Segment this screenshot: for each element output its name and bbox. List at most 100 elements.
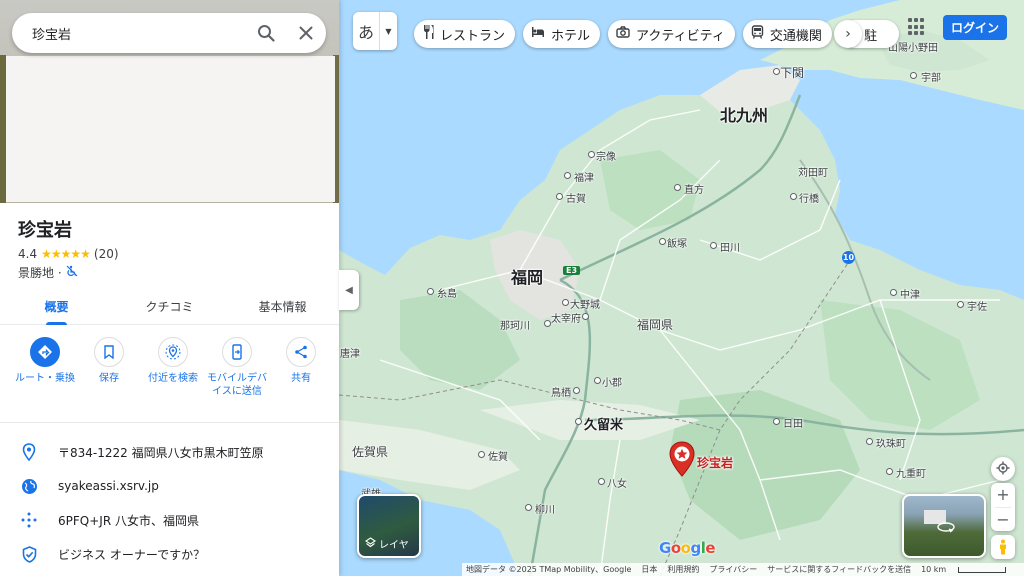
- map-label: 古賀: [566, 194, 586, 205]
- city-dot: [773, 68, 780, 75]
- plus-code-row[interactable]: 6PFQ+JR 八女市、福岡県: [0, 503, 339, 537]
- privacy-link[interactable]: プライバシー: [709, 564, 757, 575]
- chips-scroll-right-button[interactable]: ›: [834, 20, 862, 48]
- map-label: 那珂川: [500, 321, 530, 332]
- hotel-icon: [531, 26, 545, 42]
- layers-button[interactable]: レイヤ: [357, 494, 421, 558]
- city-dot: [886, 468, 893, 475]
- pin-label[interactable]: 珍宝岩: [697, 454, 733, 471]
- action-label: 共有: [291, 373, 311, 384]
- map-label: 苅田町: [798, 168, 828, 179]
- map-label: 柳川: [535, 505, 555, 516]
- pegman-icon[interactable]: [991, 535, 1015, 559]
- chip-activities[interactable]: アクティビティ: [608, 20, 735, 48]
- place-pin-icon[interactable]: [669, 441, 695, 480]
- city-dot: [564, 172, 571, 179]
- map-label: 福津: [574, 173, 594, 184]
- scale-bar: [958, 566, 1007, 573]
- city-dot: [659, 238, 666, 245]
- nearby-icon: [158, 337, 188, 367]
- collapse-panel-button[interactable]: ◀: [339, 270, 359, 310]
- input-language-label: あ: [357, 23, 374, 42]
- location-pin-icon: [0, 443, 58, 461]
- tab-about[interactable]: 基本情報: [226, 288, 339, 324]
- region-link[interactable]: 日本: [641, 564, 657, 575]
- category-row: 景勝地 ·: [18, 264, 78, 281]
- star-rating-icon: ★★★★★: [41, 247, 91, 261]
- city-dot: [866, 438, 873, 445]
- rating-row: 4.4 ★★★★★ (20): [18, 247, 119, 261]
- map-label: 小郡: [602, 378, 622, 389]
- map-label: 八女: [607, 479, 627, 490]
- map-label: 田川: [720, 243, 740, 254]
- map-label: 福岡県: [637, 318, 674, 332]
- chip-restaurants[interactable]: レストラン: [414, 20, 516, 48]
- website-link: syakeassi.xsrv.jp: [58, 479, 159, 493]
- search-nearby-button[interactable]: 付近を検索: [142, 337, 204, 398]
- chip-hotels[interactable]: ホテル: [523, 20, 601, 48]
- chip-label: アクティビティ: [636, 28, 725, 44]
- street-view-thumbnail[interactable]: [902, 494, 986, 558]
- city-dot: [544, 320, 551, 327]
- map-label: 行橋: [799, 194, 819, 205]
- zoom-out-button[interactable]: −: [991, 508, 1015, 532]
- plus-code-icon: [0, 512, 58, 528]
- address-row[interactable]: 〒834-1222 福岡県八女市黒木町笠原: [0, 435, 339, 469]
- plus-code-text: 6PFQ+JR 八女市、福岡県: [58, 513, 199, 528]
- city-dot: [710, 242, 717, 249]
- map-label: 宇部: [921, 73, 941, 84]
- city-dot: [525, 504, 532, 511]
- rating-value: 4.4: [18, 247, 38, 261]
- place-category[interactable]: 景勝地 ·: [18, 264, 62, 281]
- shield-check-icon: [0, 545, 58, 563]
- category-chips: レストラン ホテル アクティビティ 交通機関 P 駐: [414, 20, 900, 48]
- review-count[interactable]: (20): [94, 247, 119, 261]
- city-dot: [910, 72, 917, 79]
- terms-link[interactable]: 利用規約: [667, 564, 699, 575]
- chip-label: 駐: [864, 28, 878, 44]
- map-label: 佐賀県: [352, 445, 389, 459]
- directions-button[interactable]: ルート・乗換: [14, 337, 76, 398]
- google-logo: Google: [659, 539, 716, 557]
- website-row[interactable]: syakeassi.xsrv.jp: [0, 469, 339, 503]
- chip-label: 交通機関: [769, 28, 822, 44]
- city-dot: [556, 193, 563, 200]
- claim-business-text: ビジネス オーナーですか？: [58, 547, 206, 562]
- save-button[interactable]: 保存: [78, 337, 140, 398]
- feedback-link[interactable]: サービスに関するフィードバックを送信: [767, 564, 911, 575]
- zoom-in-button[interactable]: +: [991, 483, 1015, 507]
- divider: [0, 422, 339, 423]
- not-wheelchair-accessible-icon: [66, 265, 78, 280]
- transit-icon: [751, 25, 764, 43]
- claim-business-row[interactable]: ビジネス オーナーですか？: [0, 537, 339, 571]
- search-icon[interactable]: [246, 13, 286, 53]
- share-button[interactable]: 共有: [270, 337, 332, 398]
- rotate-360-icon: [937, 521, 955, 536]
- my-location-button[interactable]: [991, 457, 1015, 481]
- search-input[interactable]: 珍宝岩: [32, 24, 246, 43]
- chevron-down-icon[interactable]: ▼: [379, 12, 397, 50]
- chevron-left-icon: ◀: [345, 284, 353, 296]
- tab-reviews[interactable]: クチコミ: [113, 288, 226, 324]
- map-label: 佐賀: [488, 452, 508, 463]
- map-label: 下関: [780, 66, 805, 80]
- action-buttons: ルート・乗換 保存 付近を検索 モバイルデバイスに送信 共有: [14, 337, 332, 398]
- layers-label-wrap: レイヤ: [365, 536, 409, 551]
- chip-transit[interactable]: 交通機関: [742, 20, 832, 48]
- login-button[interactable]: ログイン: [943, 15, 1007, 40]
- search-box[interactable]: 珍宝岩: [12, 13, 326, 53]
- photo-image[interactable]: [6, 56, 335, 202]
- city-dot: [890, 289, 897, 296]
- map-label: 唐津: [340, 349, 360, 360]
- city-dot: [575, 418, 582, 425]
- map-label: 太宰府: [551, 314, 581, 325]
- bookmark-icon: [94, 337, 124, 367]
- chip-label: レストラン: [440, 28, 506, 44]
- scale-label[interactable]: 10 km: [921, 565, 946, 574]
- send-to-phone-button[interactable]: モバイルデバイスに送信: [206, 337, 268, 398]
- close-icon[interactable]: [286, 13, 326, 53]
- map-data-credit[interactable]: 地図データ ©2025 TMap Mobility、Google: [466, 564, 631, 575]
- tab-overview[interactable]: 概要: [0, 288, 113, 325]
- apps-grid-icon[interactable]: [908, 18, 926, 36]
- input-tools-button[interactable]: あ ▼: [353, 12, 397, 50]
